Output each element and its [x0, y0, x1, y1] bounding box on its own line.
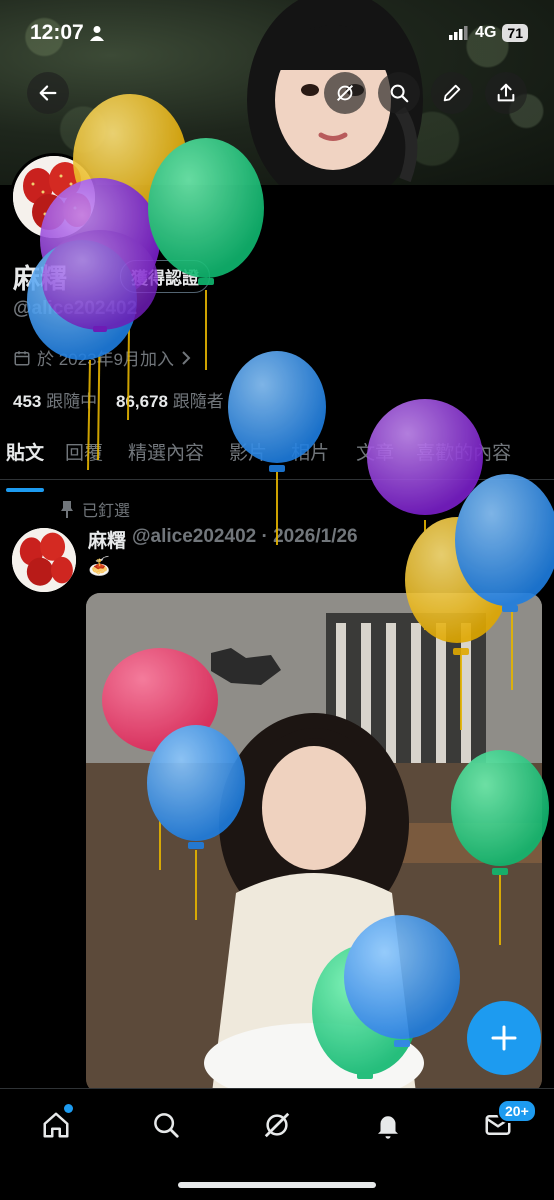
join-date-text: 於 2023年9月加入 [37, 350, 174, 369]
following-label: 跟隨中 [46, 392, 98, 411]
back-button[interactable] [27, 72, 69, 114]
notifications-icon [378, 1116, 398, 1139]
edit-button[interactable] [431, 72, 473, 114]
pin-icon [61, 501, 73, 518]
search-button[interactable] [378, 72, 420, 114]
chevron-right-icon [182, 350, 191, 365]
share-icon [497, 83, 515, 102]
search-icon [154, 1113, 179, 1138]
tab-videos[interactable]: 影片 [229, 430, 267, 479]
edit-icon [443, 84, 461, 102]
grok-icon [264, 1112, 290, 1138]
calendar-icon [14, 350, 30, 365]
tab-replies[interactable]: 回覆 [65, 430, 103, 479]
tab-articles[interactable]: 文章 [356, 430, 394, 479]
home-unread-dot [64, 1104, 73, 1113]
grok-icon [336, 84, 354, 102]
join-date: 於 2023年9月加入 [13, 345, 192, 370]
pinned-indicator: 已釘選 [60, 497, 130, 521]
followers-label: 跟隨者 [172, 392, 224, 411]
tab-likes[interactable]: 喜歡的內容 [416, 430, 511, 479]
post-text: 🍝 [88, 556, 111, 576]
profile-avatar[interactable] [10, 153, 98, 241]
signal-icon [449, 26, 468, 40]
network-type: 4G [475, 24, 497, 41]
person-icon [89, 26, 104, 41]
share-button[interactable] [485, 72, 527, 114]
battery-level: 71 [502, 24, 528, 42]
get-verified-button[interactable]: 獲得認證 [120, 260, 210, 293]
home-icon [43, 1112, 69, 1138]
profile-tabs: 貼文 回覆 精選內容 影片 相片 文章 喜歡的內容 [0, 430, 554, 492]
follow-stats: 453 跟隨中 86,678 跟隨者 [13, 387, 224, 412]
tab-highlights[interactable]: 精選內容 [128, 430, 204, 479]
messages-badge: 20+ [497, 1099, 537, 1123]
nav-notifications[interactable] [368, 1105, 408, 1145]
tab-photos[interactable]: 相片 [291, 430, 329, 479]
post-header: 麻糬 @alice202402 · 2026/1/26 [88, 526, 358, 553]
strawberry-image [12, 528, 76, 592]
tab-posts[interactable]: 貼文 [6, 430, 45, 492]
followers-count: 86,678 [116, 392, 169, 411]
following-link[interactable]: 453 跟隨中 [13, 392, 97, 411]
compose-button[interactable] [467, 1001, 541, 1075]
nav-search[interactable] [146, 1105, 186, 1145]
plus-icon [491, 1025, 517, 1051]
pinned-label: 已釘選 [82, 503, 131, 520]
followers-link[interactable]: 86,678 跟隨者 [116, 392, 224, 411]
back-icon [39, 85, 57, 101]
post-avatar[interactable] [12, 528, 76, 592]
home-indicator[interactable] [178, 1182, 376, 1188]
post-meta: @alice202402 · 2026/1/26 [132, 526, 358, 547]
following-count: 453 [13, 392, 42, 411]
post-author[interactable]: 麻糬 [88, 526, 126, 553]
search-icon [390, 84, 409, 103]
profile-handle: @alice202402 [13, 298, 138, 319]
strawberry-image [13, 156, 95, 238]
profile-name: 麻糬 [13, 264, 67, 294]
nav-grok[interactable] [257, 1105, 297, 1145]
status-bar: 12:07 4G 71 [0, 0, 554, 66]
status-time: 12:07 [30, 21, 84, 44]
grok-button[interactable] [324, 72, 366, 114]
